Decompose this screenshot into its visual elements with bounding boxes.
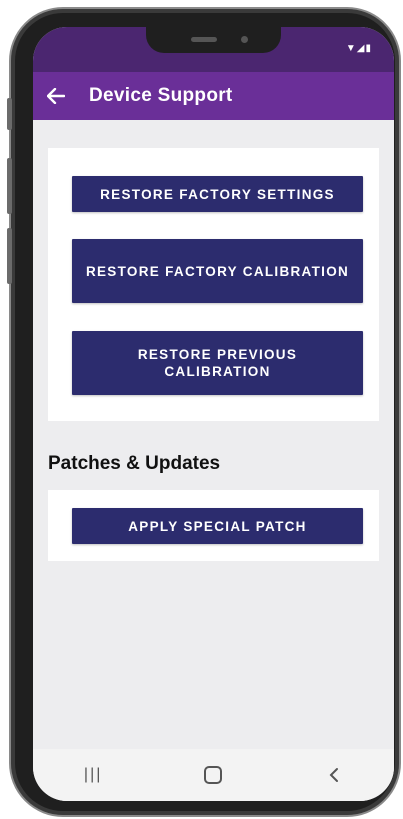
back-arrow-icon[interactable] bbox=[45, 85, 67, 107]
notch bbox=[146, 27, 281, 53]
wifi-icon: ▼ bbox=[345, 43, 357, 54]
nav-back-icon[interactable] bbox=[314, 760, 354, 790]
restore-factory-settings-button[interactable]: RESTORE FACTORY SETTINGS bbox=[72, 176, 363, 212]
speaker bbox=[191, 37, 217, 42]
nav-back-glyph bbox=[329, 768, 338, 782]
status-bar: ▼◢▮ bbox=[33, 27, 394, 72]
apply-special-patch-button[interactable]: APPLY SPECIAL PATCH bbox=[72, 508, 363, 544]
phone-side-button bbox=[7, 98, 12, 130]
patches-section-title: Patches & Updates bbox=[48, 453, 221, 474]
patches-card: APPLY SPECIAL PATCH bbox=[48, 490, 379, 561]
recents-icon[interactable]: ||| bbox=[73, 760, 113, 790]
system-nav-bar: ||| bbox=[33, 749, 394, 801]
battery-icon: ▮ bbox=[365, 43, 372, 54]
front-camera bbox=[241, 36, 248, 43]
status-icons: ▼◢▮ bbox=[346, 43, 372, 54]
phone-volume-up-button bbox=[7, 158, 12, 214]
app-bar: Device Support bbox=[33, 72, 394, 120]
page-title: Device Support bbox=[89, 85, 233, 106]
restore-card: RESTORE FACTORY SETTINGS RESTORE FACTORY… bbox=[48, 148, 379, 421]
restore-previous-calibration-button[interactable]: RESTORE PREVIOUS CALIBRATION bbox=[72, 331, 363, 395]
restore-factory-calibration-button[interactable]: RESTORE FACTORY CALIBRATION bbox=[72, 239, 363, 303]
back-arrow-glyph bbox=[47, 88, 65, 104]
phone-volume-down-button bbox=[7, 228, 12, 284]
home-icon[interactable] bbox=[193, 760, 233, 790]
screen: ▼◢▮ Device Support RESTORE FACTORY SETTI… bbox=[33, 27, 394, 801]
